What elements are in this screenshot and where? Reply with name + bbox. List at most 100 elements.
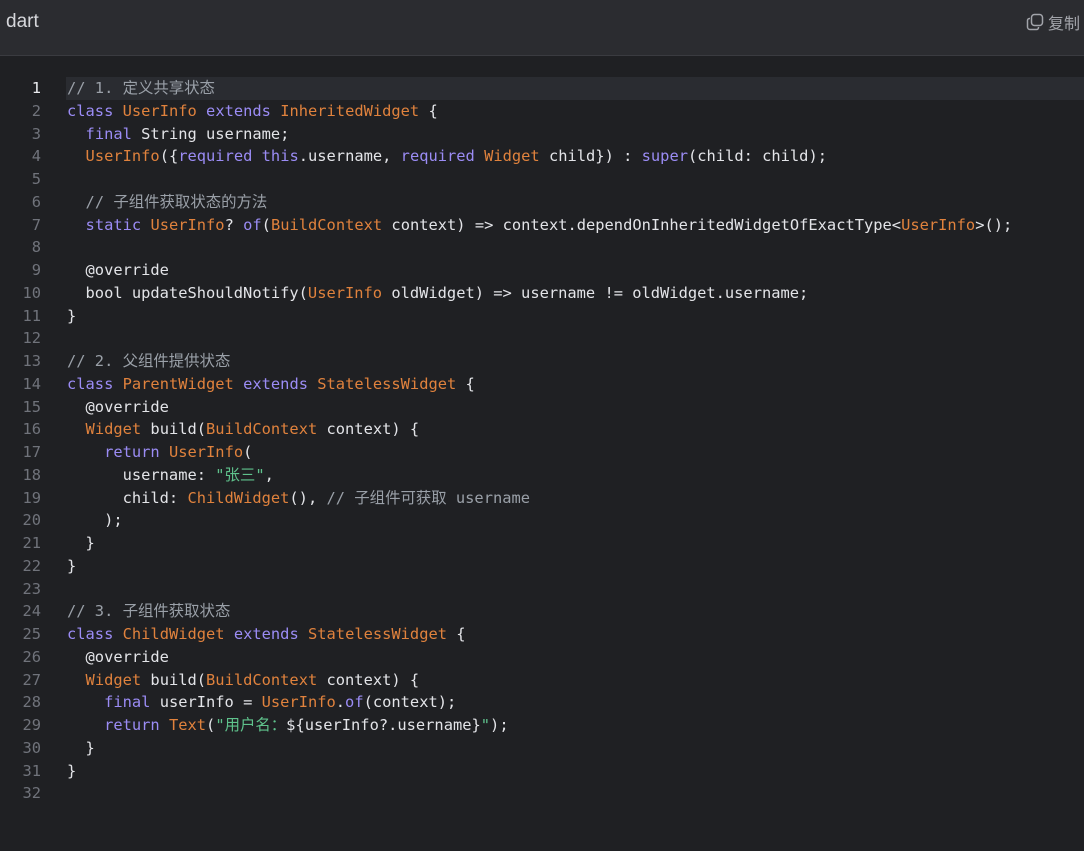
code-token: // 1. 定义共享状态 [67, 79, 215, 97]
code-line[interactable]: 26 @override [0, 646, 1084, 669]
line-text: class UserInfo extends InheritedWidget { [67, 100, 438, 123]
code-token: final [104, 693, 151, 712]
copy-icon [1026, 13, 1044, 31]
code-token: BuildContext [206, 670, 318, 689]
line-number: 29 [22, 716, 41, 734]
code-line[interactable]: 13 // 2. 父组件提供状态 [0, 350, 1084, 373]
code-line[interactable]: 15 @override [0, 396, 1084, 419]
code-line[interactable]: 16 Widget build(BuildContext context) { [0, 418, 1084, 441]
code-line[interactable]: 24 // 3. 子组件获取状态 [0, 600, 1084, 623]
line-text: @override [67, 259, 169, 282]
code-token: ( [206, 716, 216, 734]
code-token: ); [67, 511, 123, 530]
code-line[interactable]: 7 static UserInfo? of(BuildContext conte… [0, 214, 1084, 237]
code-token: UserInfo [307, 283, 383, 302]
code-line[interactable]: 25 class ChildWidget extends StatelessWid… [0, 623, 1084, 646]
code-line[interactable]: 5 [0, 168, 1084, 191]
code-token: .username, [298, 147, 401, 166]
line-number: 24 [22, 602, 41, 621]
code-token: build( [141, 670, 207, 689]
line-text: return UserInfo( [67, 441, 252, 464]
code-line[interactable]: 22} [0, 555, 1084, 578]
line-number: 27 [22, 670, 41, 689]
code-token: super [641, 147, 688, 166]
code-line[interactable]: 27 Widget build(BuildContext context) { [0, 669, 1084, 692]
line-text: @override [67, 646, 169, 669]
code-line[interactable]: 12 [0, 327, 1084, 350]
code-token: } [67, 534, 95, 552]
code-line[interactable]: 8 [0, 236, 1084, 259]
copy-button[interactable]: 复制 [1026, 10, 1080, 34]
code-line[interactable]: 19 child: ChildWidget(), // 子组件可获取 usern… [0, 487, 1084, 510]
code-token: final [85, 124, 132, 143]
code-editor[interactable]: 1 // 1. 定义共享状态 2 class UserInfo extends Inh… [0, 77, 1084, 805]
line-number: 11 [22, 306, 41, 325]
line-number: 21 [22, 534, 41, 552]
code-line[interactable]: 30 } [0, 737, 1084, 760]
code-token: , [264, 465, 274, 484]
code-token: // 子组件可获取 username [326, 488, 531, 507]
line-number: 6 [31, 192, 41, 211]
code-line[interactable]: 23 [0, 578, 1084, 601]
line-text: } [67, 737, 95, 760]
code-line[interactable]: 10 bool updateShouldNotify(UserInfo oldW… [0, 282, 1084, 305]
code-token: bool updateShouldNotify( [67, 283, 308, 302]
code-token: return [104, 443, 160, 461]
code-line[interactable]: 1 // 1. 定义共享状态 [0, 77, 1084, 100]
code-token: } [67, 761, 77, 780]
line-text: ); [67, 509, 123, 532]
code-token: class [67, 101, 114, 120]
code-line[interactable]: 20 ); [0, 509, 1084, 532]
code-line[interactable]: 21 } [0, 532, 1084, 555]
line-text: class ParentWidget extends StatelessWidg… [67, 373, 475, 396]
code-token: "张三" [215, 465, 265, 484]
code-line[interactable]: 9 @override [0, 259, 1084, 282]
code-token: // 子组件获取状态的方法 [85, 192, 268, 211]
code-line[interactable]: 3 final String username; [0, 123, 1084, 146]
code-line[interactable]: 32 [0, 782, 1084, 805]
code-token: child}) : [539, 147, 642, 166]
code-line[interactable]: 29 return Text("用户名：${userInfo?.username… [0, 714, 1084, 737]
code-token: username: [67, 465, 216, 484]
code-line[interactable]: 4 UserInfo({required this.username, requ… [0, 145, 1084, 168]
code-line[interactable]: 28 final userInfo = UserInfo.of(context)… [0, 691, 1084, 714]
code-token: ( [261, 215, 271, 234]
code-token: ? [224, 215, 244, 234]
code-token: extends [243, 374, 308, 393]
code-token: context) => context.dependOnInheritedWid… [382, 215, 902, 234]
line-number: 25 [22, 625, 41, 643]
code-token: Widget [85, 670, 142, 689]
code-line[interactable]: 2 class UserInfo extends InheritedWidget … [0, 100, 1084, 123]
code-token: ({ [159, 147, 179, 166]
code-token: UserInfo [150, 215, 225, 234]
line-text: final userInfo = UserInfo.of(context); [67, 691, 456, 714]
code-token: of [345, 693, 364, 712]
line-text: // 3. 子组件获取状态 [67, 600, 230, 623]
code-line[interactable]: 17 return UserInfo( [0, 441, 1084, 464]
code-line[interactable]: 31} [0, 760, 1084, 783]
code-token: Widget [484, 147, 540, 166]
line-number: 18 [22, 465, 41, 484]
line-text: @override [67, 396, 169, 419]
line-text: // 1. 定义共享状态 [67, 77, 215, 100]
code-token: UserInfo [261, 693, 336, 712]
code-line[interactable]: 11} [0, 305, 1084, 328]
code-token: UserInfo [85, 147, 160, 166]
code-line[interactable]: 6 // 子组件获取状态的方法 [0, 191, 1084, 214]
code-line[interactable]: 14 class ParentWidget extends StatelessWi… [0, 373, 1084, 396]
line-number: 23 [22, 579, 41, 598]
line-text: // 子组件获取状态的方法 [67, 191, 268, 214]
code-line[interactable]: 18 username: "张三", [0, 464, 1084, 487]
code-token: UserInfo [122, 101, 197, 120]
code-token: UserInfo [901, 215, 976, 234]
code-token: String username; [131, 124, 290, 143]
